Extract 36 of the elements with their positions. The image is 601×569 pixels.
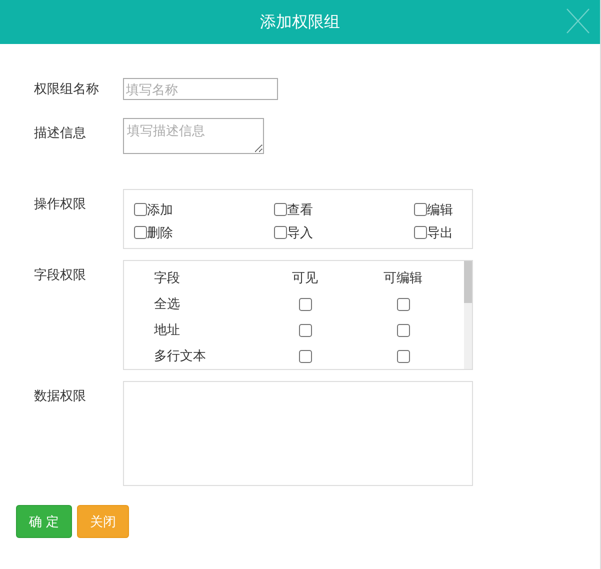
field-label: 数据权限 [34,387,87,405]
checkbox[interactable] [396,324,410,336]
checkbox[interactable] [274,226,287,239]
field-label: 描述信息 [34,124,87,142]
confirm-button[interactable]: 确 定 [16,505,72,538]
scrollbar-thumb[interactable] [464,261,472,303]
field-label: 权限组名称 [34,80,100,98]
field-name: 全选 [154,295,181,313]
field-label: 操作权限 [34,195,87,213]
option-label: 查看 [287,200,313,218]
column-header: 可编辑 [384,269,422,287]
checkbox[interactable] [298,298,312,310]
name-field[interactable]: 填写名称 [123,78,278,100]
checkbox[interactable] [396,298,410,310]
field-name: 多行文本 [154,347,207,365]
checkbox[interactable] [298,350,312,362]
field-name: 地址 [154,321,181,339]
dialog-title: 添加权限组 [260,12,340,32]
checkbox[interactable] [414,226,427,239]
column-header: 可见 [292,269,318,287]
option-label: 导入 [287,224,313,242]
checkbox[interactable] [134,203,147,216]
description-field[interactable]: 填写描述信息 [123,118,264,154]
close-button[interactable]: 关闭 [77,505,129,538]
option-label: 删除 [147,224,173,242]
checkbox[interactable] [298,324,312,336]
scrollbar[interactable] [464,261,472,369]
checkbox[interactable] [396,350,410,362]
field-label: 字段权限 [34,266,87,284]
checkbox[interactable] [274,203,287,216]
option-label: 导出 [427,224,453,242]
checkbox[interactable] [414,203,427,216]
column-header: 字段 [154,269,181,287]
checkbox[interactable] [134,226,147,239]
option-label: 编辑 [427,200,453,218]
option-label: 添加 [147,200,173,218]
